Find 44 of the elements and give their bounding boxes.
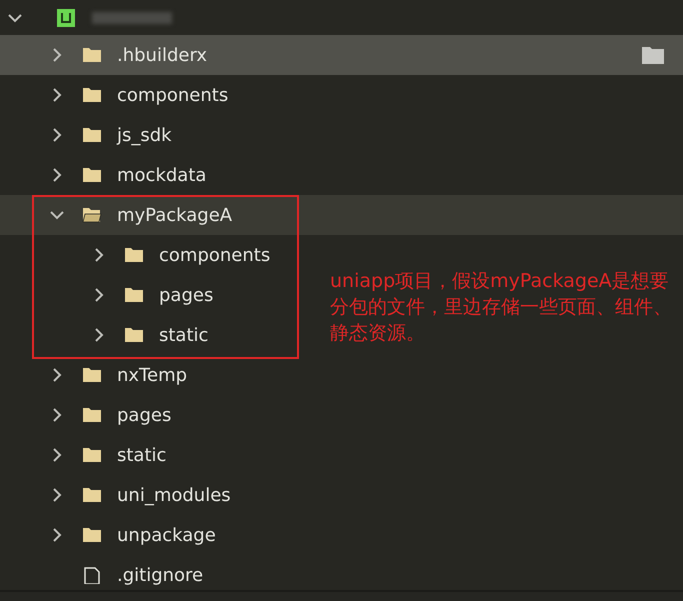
folder-icon <box>82 167 102 183</box>
item-label: static <box>117 444 166 466</box>
tree-item[interactable]: myPackageA <box>0 195 683 235</box>
folder-icon <box>124 287 144 303</box>
item-label: pages <box>117 404 172 426</box>
tree-item[interactable]: js_sdk <box>0 115 683 155</box>
item-label: static <box>159 324 208 346</box>
tree-item[interactable]: uni_modules <box>0 475 683 515</box>
tree-item[interactable]: .gitignore <box>0 555 683 590</box>
item-label: .hbuilderx <box>117 44 208 66</box>
tree-item[interactable]: static <box>0 315 300 355</box>
item-label: myPackageA <box>117 204 232 226</box>
tree-item[interactable]: pages <box>0 275 300 315</box>
item-label: components <box>159 244 270 266</box>
item-label: unpackage <box>117 524 216 546</box>
item-label: components <box>117 84 228 106</box>
folder-icon <box>82 407 102 423</box>
tree-item[interactable]: mockdata <box>0 155 683 195</box>
item-label: pages <box>159 284 214 306</box>
item-label: .gitignore <box>117 564 204 586</box>
folder-icon <box>82 87 102 103</box>
folder-icon <box>82 487 102 503</box>
folder-icon <box>82 367 102 383</box>
folder-icon <box>82 127 102 143</box>
open-folder-icon <box>82 207 102 223</box>
file-icon <box>82 566 102 584</box>
item-label: js_sdk <box>117 124 172 146</box>
folder-icon <box>124 327 144 343</box>
tree-item[interactable]: pages <box>0 395 683 435</box>
item-label: uni_modules <box>117 484 231 506</box>
item-label: nxTemp <box>117 364 188 386</box>
tree-item[interactable]: unpackage <box>0 515 683 555</box>
tree-item[interactable]: static <box>0 435 683 475</box>
tree-item[interactable]: components <box>0 75 683 115</box>
folder-icon <box>124 247 144 263</box>
item-label: mockdata <box>117 164 206 186</box>
tree-item[interactable]: components <box>0 235 300 275</box>
folder-icon <box>82 447 102 463</box>
folder-icon <box>82 47 102 63</box>
folder-icon <box>82 527 102 543</box>
tree-item[interactable]: .hbuilderx <box>0 35 683 75</box>
annotation-text: uniapp项目，假设myPackageA是想要分包的文件，里边存储一些页面、组件、静态资源。 <box>330 269 673 346</box>
folder-icon[interactable] <box>641 45 665 65</box>
tree-item[interactable]: nxTemp <box>0 355 683 395</box>
